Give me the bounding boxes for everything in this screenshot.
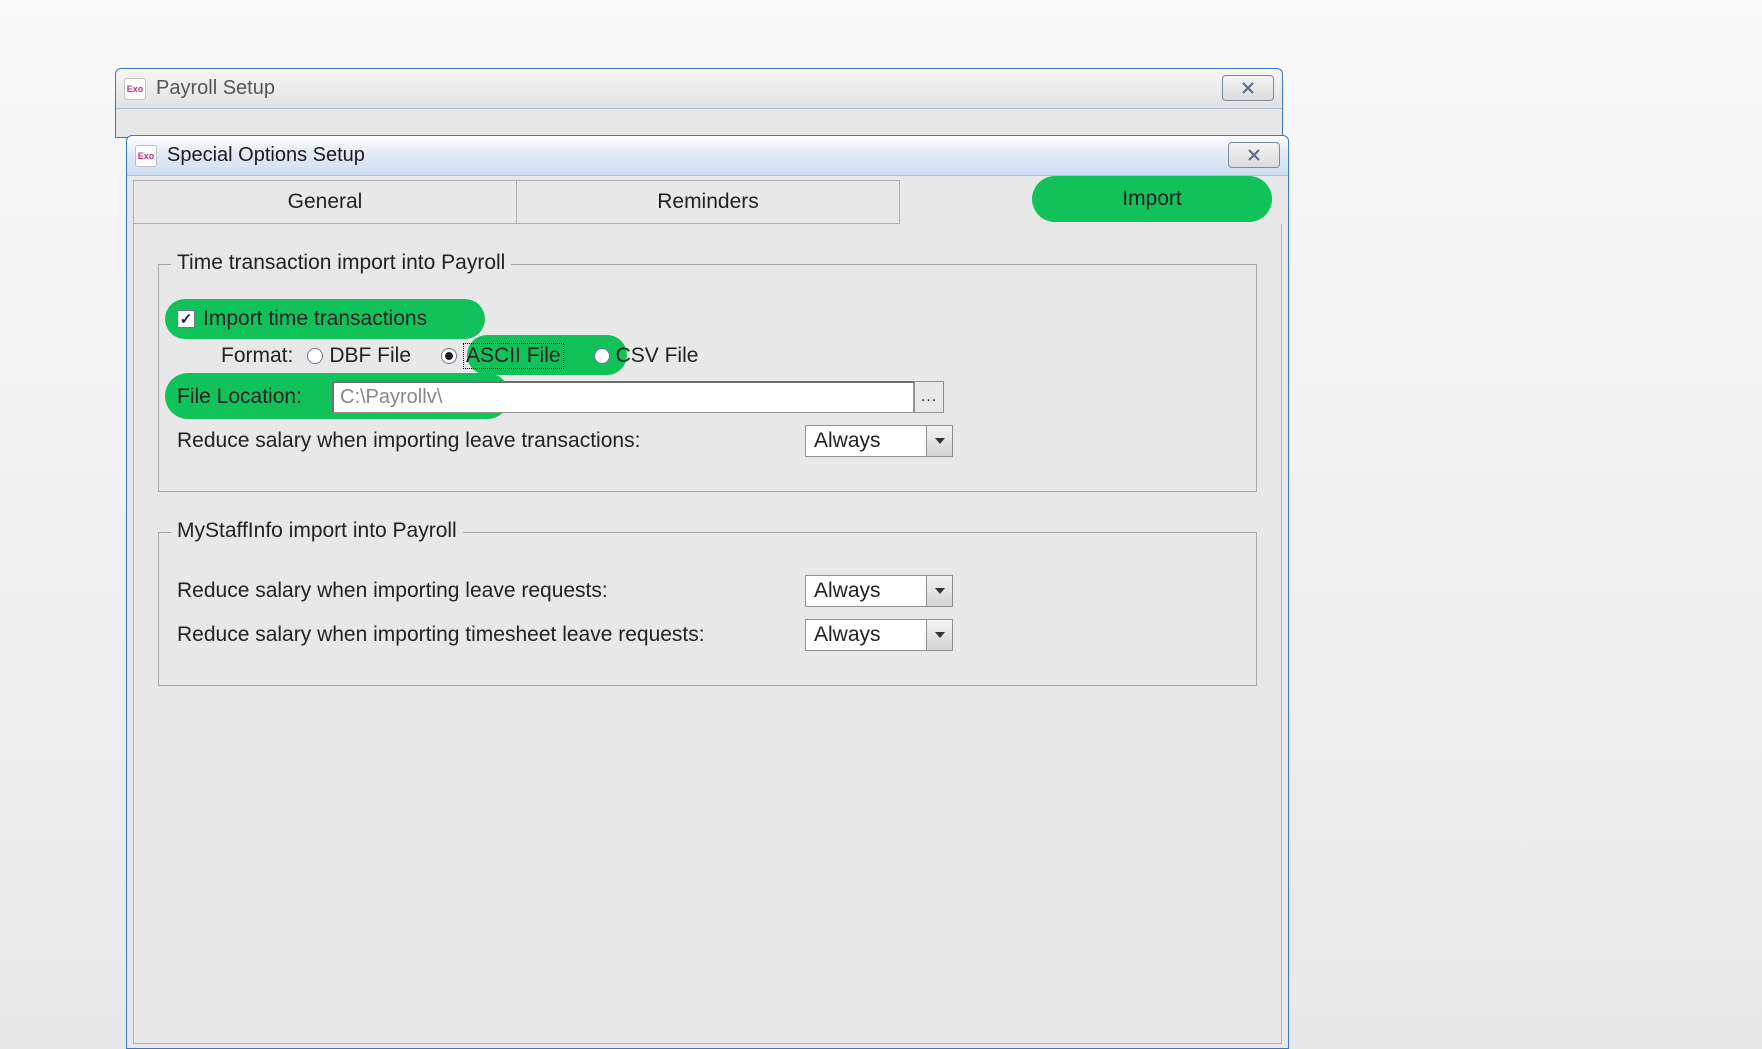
row-reduce-leave-requests: Reduce salary when importing leave reque… xyxy=(177,575,1238,607)
format-option-ascii[interactable]: ASCII File xyxy=(441,343,564,369)
row-reduce-leave-transactions: Reduce salary when importing leave trans… xyxy=(177,425,1238,457)
tab-panel-import: Time transaction import into Payroll Imp… xyxy=(133,224,1282,1044)
row-reduce-timesheet-leave-requests: Reduce salary when importing timesheet l… xyxy=(177,619,1238,651)
radio-icon xyxy=(441,348,457,364)
close-button[interactable] xyxy=(1222,75,1274,101)
radio-label: DBF File xyxy=(329,344,411,368)
close-icon xyxy=(1241,81,1255,95)
group-mystaffinfo: MyStaffInfo import into Payroll Reduce s… xyxy=(158,532,1257,686)
tab-label: Import xyxy=(1122,187,1182,211)
file-location-label: File Location: xyxy=(177,385,332,409)
tab-import[interactable]: Import xyxy=(900,180,1282,224)
format-option-csv[interactable]: CSV File xyxy=(594,344,699,368)
group-legend: Time transaction import into Payroll xyxy=(171,251,511,275)
exo-icon: Exo xyxy=(124,78,146,100)
select-value: Always xyxy=(806,620,926,650)
format-label: Format: xyxy=(221,344,293,368)
client-area: General Reminders Import Time transactio… xyxy=(127,176,1288,1044)
tab-row: General Reminders Import xyxy=(133,180,1282,224)
titlebar-payroll-setup: Exo Payroll Setup xyxy=(116,69,1282,109)
tab-label: Reminders xyxy=(657,190,759,214)
chevron-down-icon xyxy=(926,426,952,456)
row-file-location: File Location: ... xyxy=(177,381,1238,413)
payroll-setup-window: Exo Payroll Setup xyxy=(115,68,1283,138)
titlebar-special-options: Exo Special Options Setup xyxy=(127,136,1288,176)
chevron-down-icon xyxy=(926,576,952,606)
highlight-pill: Import xyxy=(1032,176,1272,222)
tab-label: General xyxy=(288,190,363,214)
reduce-salary-select[interactable]: Always xyxy=(805,425,953,457)
select-value: Always xyxy=(806,426,926,456)
tab-general[interactable]: General xyxy=(133,180,517,224)
select-value: Always xyxy=(806,576,926,606)
radio-label: CSV File xyxy=(616,344,699,368)
special-options-window: Exo Special Options Setup General Remind… xyxy=(126,135,1289,1049)
reduce-timesheet-label: Reduce salary when importing timesheet l… xyxy=(177,623,805,647)
reduce-leave-label: Reduce salary when importing leave reque… xyxy=(177,579,805,603)
browse-button[interactable]: ... xyxy=(914,381,944,413)
window-title: Special Options Setup xyxy=(167,144,365,167)
chevron-down-icon xyxy=(926,620,952,650)
close-icon xyxy=(1247,148,1261,162)
format-option-dbf[interactable]: DBF File xyxy=(307,344,411,368)
radio-icon xyxy=(594,348,610,364)
radio-label: ASCII File xyxy=(463,343,564,369)
window-title: Payroll Setup xyxy=(156,77,275,100)
radio-icon xyxy=(307,348,323,364)
group-time-transaction: Time transaction import into Payroll Imp… xyxy=(158,264,1257,492)
reduce-salary-label: Reduce salary when importing leave trans… xyxy=(177,429,805,453)
row-format: Format: DBF File ASCII File CSV File xyxy=(221,343,1238,369)
close-button[interactable] xyxy=(1228,142,1280,168)
import-time-transactions-checkbox[interactable] xyxy=(177,310,195,328)
reduce-leave-select[interactable]: Always xyxy=(805,575,953,607)
file-location-input[interactable] xyxy=(332,381,914,413)
exo-icon: Exo xyxy=(135,145,157,167)
checkbox-label: Import time transactions xyxy=(203,307,427,331)
reduce-timesheet-select[interactable]: Always xyxy=(805,619,953,651)
tab-reminders[interactable]: Reminders xyxy=(517,180,900,224)
group-legend: MyStaffInfo import into Payroll xyxy=(171,519,463,543)
row-import-checkbox: Import time transactions xyxy=(177,307,1238,331)
